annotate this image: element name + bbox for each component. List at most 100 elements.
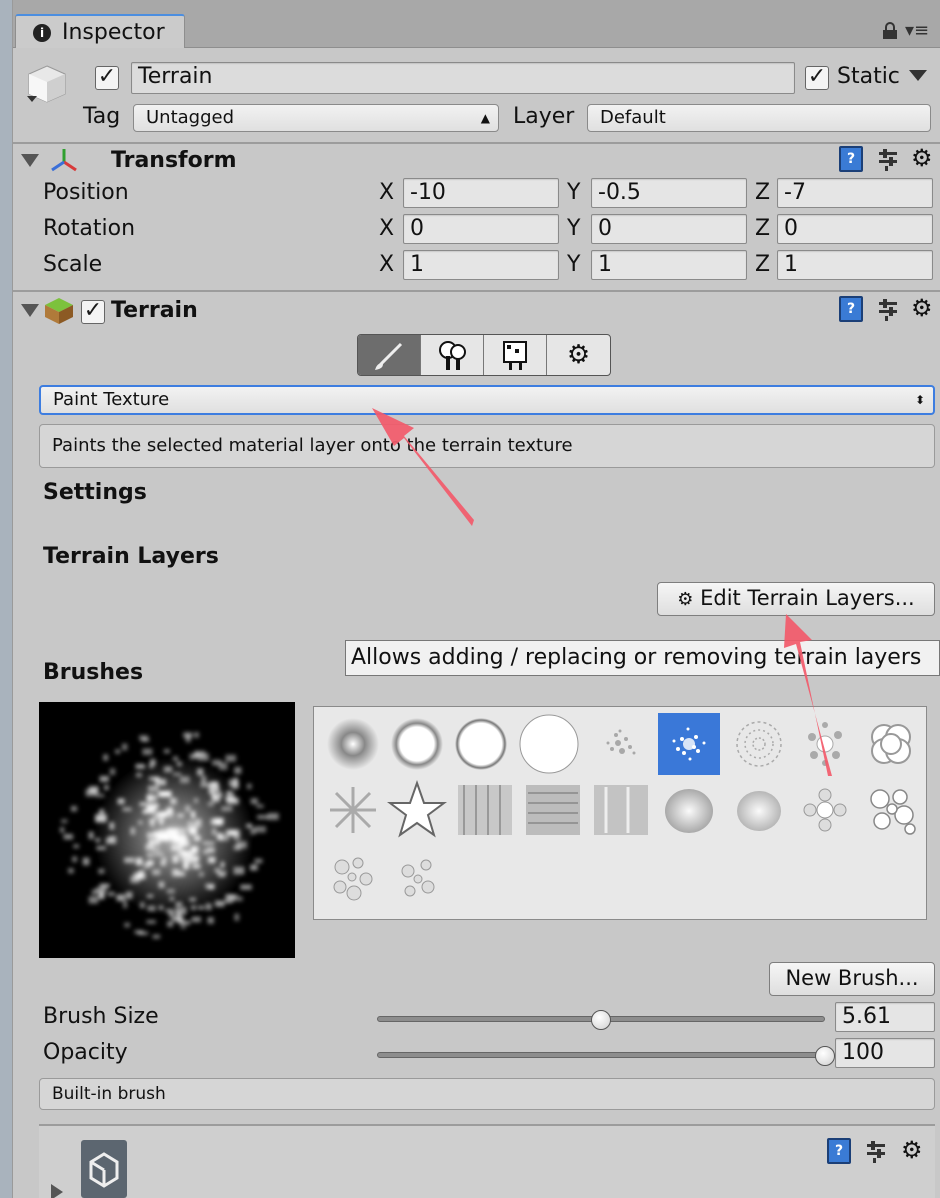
terrain-mode-value: Paint Texture	[53, 389, 170, 410]
brush-speckle	[130, 875, 140, 884]
brush-speckle	[150, 819, 155, 828]
brush-cloud[interactable]	[860, 713, 922, 775]
brush-speckle	[196, 768, 204, 776]
help-icon[interactable]: ?	[839, 296, 863, 322]
static-checkbox[interactable]: ✓	[805, 66, 829, 90]
brush-noise-small[interactable]	[590, 713, 652, 775]
brush-speckle	[194, 732, 199, 738]
brush-speckle	[205, 903, 212, 911]
terrain-foldout-icon[interactable]	[21, 304, 39, 317]
transform-foldout-icon[interactable]	[21, 154, 39, 167]
brush-flower[interactable]	[794, 779, 856, 841]
brush-speckle	[147, 785, 159, 793]
position-y-field[interactable]: -0.5	[591, 178, 747, 208]
brush-soft-medium[interactable]	[386, 713, 448, 775]
lock-icon[interactable]	[881, 22, 899, 39]
preset-icon[interactable]	[865, 1140, 887, 1164]
opacity-slider-track[interactable]	[377, 1052, 825, 1058]
object-name-field[interactable]: Terrain	[131, 62, 795, 94]
scale-y-field[interactable]: 1	[591, 250, 747, 280]
tab-inspector[interactable]: i Inspector	[15, 14, 185, 48]
terrain-component-icon	[43, 296, 75, 326]
preset-icon[interactable]	[877, 148, 899, 172]
brush-speckle	[175, 906, 187, 915]
brush-size-field[interactable]: 5.61	[835, 1002, 935, 1032]
component-foldout-icon[interactable]	[51, 1184, 63, 1198]
tag-value: Untagged	[146, 107, 235, 128]
brush-texture-c[interactable]	[590, 779, 652, 841]
transform-axes-icon	[49, 146, 79, 176]
settings-gear-icon[interactable]: ⚙	[911, 296, 933, 320]
paint-brush-tool-button[interactable]	[358, 335, 421, 375]
opacity-field[interactable]: 100	[835, 1038, 935, 1068]
brush-star-burst[interactable]	[322, 779, 384, 841]
paint-details-tool-button[interactable]	[484, 335, 547, 375]
brush-speckle	[207, 801, 214, 807]
new-brush-button[interactable]: New Brush...	[769, 962, 935, 996]
rotation-y-field[interactable]: 0	[591, 214, 747, 244]
brush-speckle	[170, 797, 177, 805]
terrain-title: Terrain	[111, 298, 198, 323]
menu-icon[interactable]: ▾≡	[905, 20, 929, 41]
brush-size-label: Brush Size	[43, 1004, 159, 1029]
brush-speckle	[116, 894, 126, 902]
tag-label: Tag	[83, 104, 121, 129]
edit-terrain-layers-button[interactable]: ⚙ Edit Terrain Layers...	[657, 582, 935, 616]
brush-star[interactable]	[386, 779, 448, 841]
brush-soft-small[interactable]	[322, 713, 384, 775]
opacity-slider-thumb[interactable]	[815, 1046, 835, 1066]
brush-speckle	[214, 900, 225, 907]
brush-smudge-b[interactable]	[728, 779, 790, 841]
static-dropdown-icon[interactable]	[909, 70, 927, 81]
active-checkbox[interactable]: ✓	[95, 66, 119, 90]
help-icon[interactable]: ?	[839, 146, 863, 172]
brush-speckle	[88, 831, 94, 840]
brush-speckle	[121, 743, 128, 751]
settings-heading: Settings	[43, 480, 147, 505]
settings-gear-icon[interactable]: ⚙	[901, 1138, 923, 1162]
preset-icon[interactable]	[877, 298, 899, 322]
paint-trees-tool-button[interactable]	[421, 335, 484, 375]
tag-dropdown[interactable]: Untagged ▲	[133, 104, 499, 132]
brush-texture-b[interactable]	[522, 779, 584, 841]
brush-speckle	[72, 856, 78, 862]
brush-speckle	[171, 916, 182, 922]
brush-size-slider-thumb[interactable]	[591, 1010, 611, 1030]
axis-x-label: X	[379, 252, 395, 277]
brush-noise-selected[interactable]	[658, 713, 720, 775]
rotation-z-field[interactable]: 0	[777, 214, 933, 244]
terrain-tool-toolbar: ⚙	[357, 334, 611, 376]
brush-speckle	[88, 786, 99, 794]
brush-rocks-a[interactable]	[322, 847, 384, 909]
brush-smudge-a[interactable]	[658, 779, 720, 841]
scale-x-field[interactable]: 1	[403, 250, 559, 280]
position-z-field[interactable]: -7	[777, 178, 933, 208]
rotation-x-field[interactable]: 0	[403, 214, 559, 244]
brush-noise-dense[interactable]	[728, 713, 790, 775]
terrain-mode-dropdown[interactable]: Paint Texture ⬍	[39, 385, 935, 415]
brush-splatter[interactable]	[794, 713, 856, 775]
layer-dropdown[interactable]: Default	[587, 104, 931, 132]
brush-speckle	[95, 838, 101, 843]
settings-gear-icon[interactable]: ⚙	[911, 146, 933, 170]
terrain-settings-tool-button[interactable]: ⚙	[547, 335, 610, 375]
brush-rocks-b[interactable]	[386, 847, 448, 909]
brush-speckle	[98, 868, 105, 874]
brush-speckle	[207, 917, 214, 924]
brush-speckle	[91, 889, 98, 895]
brush-hard-large[interactable]	[518, 713, 580, 775]
position-label: Position	[43, 180, 129, 205]
brush-hard-medium[interactable]	[450, 713, 512, 775]
brush-bubbles[interactable]	[860, 779, 922, 841]
layer-value: Default	[600, 107, 666, 128]
position-x-field[interactable]: -10	[403, 178, 559, 208]
brush-speckle	[208, 791, 216, 795]
brush-speckle	[82, 857, 90, 866]
scale-z-field[interactable]: 1	[777, 250, 933, 280]
brush-texture-a[interactable]	[454, 779, 516, 841]
help-icon[interactable]: ?	[827, 1138, 851, 1164]
terrain-enabled-checkbox[interactable]: ✓	[81, 300, 105, 324]
brush-speckle	[73, 844, 79, 848]
brush-preview	[39, 702, 295, 958]
brush-speckle	[160, 861, 166, 866]
